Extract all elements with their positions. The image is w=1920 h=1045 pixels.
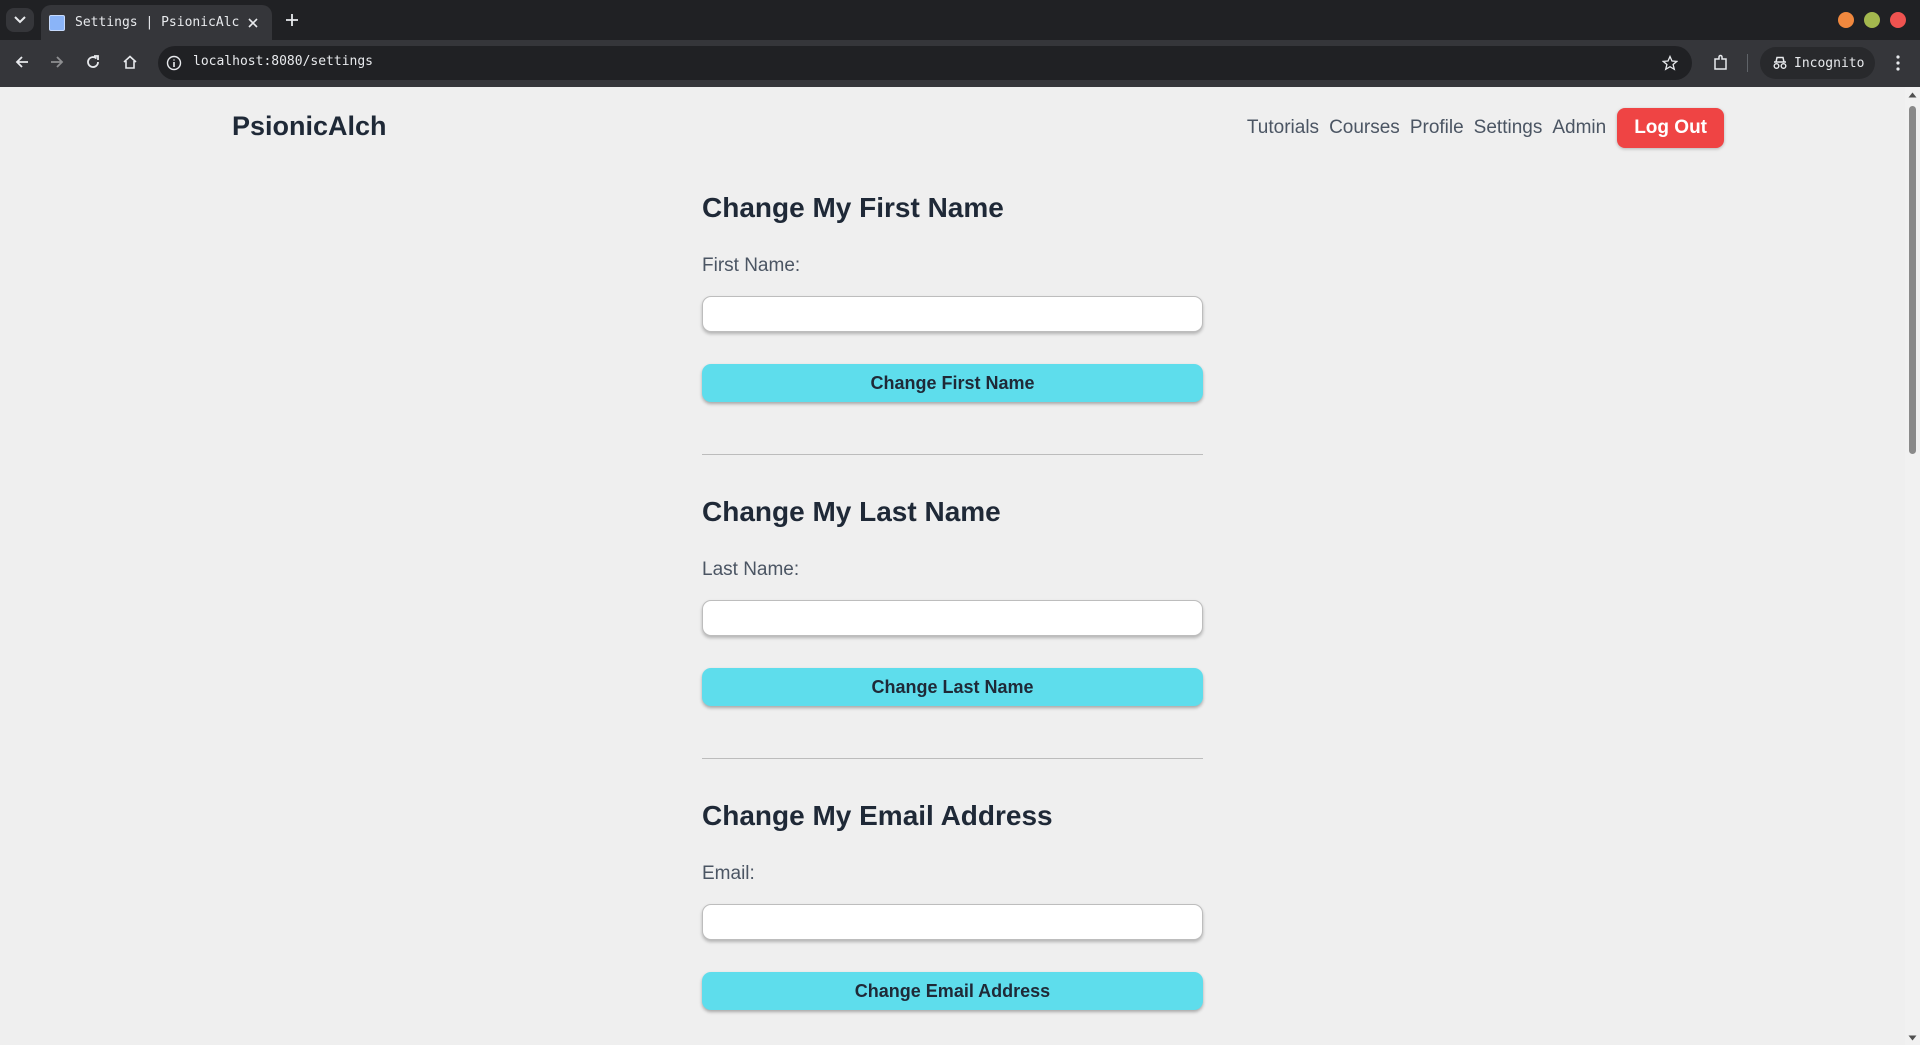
page-scrollbar[interactable] <box>1905 87 1920 1045</box>
address-bar[interactable] <box>158 46 1692 80</box>
nav-link-tutorials[interactable]: Tutorials <box>1242 117 1324 139</box>
change-first-name-button[interactable]: Change First Name <box>702 364 1203 402</box>
section-divider <box>702 454 1203 455</box>
reload-icon[interactable] <box>81 50 105 74</box>
last-name-input[interactable] <box>702 600 1203 636</box>
site-info-icon[interactable] <box>164 53 184 73</box>
favicon-icon <box>49 14 65 31</box>
first-name-input[interactable] <box>702 296 1203 332</box>
nav-link-settings[interactable]: Settings <box>1469 117 1548 139</box>
maximize-button[interactable] <box>1864 12 1880 28</box>
nav-link-admin[interactable]: Admin <box>1547 117 1611 139</box>
scroll-down-icon[interactable] <box>1908 1033 1917 1042</box>
tab-list-icon[interactable] <box>6 8 34 32</box>
browser-tab[interactable]: Settings | PsionicAlch <box>41 5 272 40</box>
change-email-button[interactable]: Change Email Address <box>702 972 1203 1010</box>
last-name-heading: Change My Last Name <box>702 496 1001 527</box>
email-input[interactable] <box>702 904 1203 940</box>
browser-tab-bar: Settings | PsionicAlch <box>0 0 1920 40</box>
brand-logo[interactable]: PsionicAlch <box>232 111 387 142</box>
email-label: Email: <box>702 863 755 884</box>
back-icon[interactable] <box>10 50 34 74</box>
home-icon[interactable] <box>118 50 142 74</box>
forward-icon[interactable] <box>45 50 69 74</box>
last-name-label: Last Name: <box>702 559 800 580</box>
email-heading: Change My Email Address <box>702 800 1053 831</box>
scroll-up-icon[interactable] <box>1908 90 1917 99</box>
extensions-icon[interactable] <box>1709 51 1733 75</box>
nav-link-profile[interactable]: Profile <box>1405 117 1469 139</box>
minimize-button[interactable] <box>1838 12 1854 28</box>
change-last-name-button[interactable]: Change Last Name <box>702 668 1203 706</box>
nav-link-courses[interactable]: Courses <box>1324 117 1405 139</box>
incognito-badge[interactable]: Incognito <box>1760 47 1875 79</box>
url-text[interactable]: localhost:8080/settings <box>193 54 373 69</box>
bookmark-star-icon[interactable] <box>1659 52 1681 74</box>
first-name-label: First Name: <box>702 255 801 276</box>
toolbar-separator <box>1747 54 1748 72</box>
incognito-label: Incognito <box>1794 55 1865 71</box>
first-name-heading: Change My First Name <box>702 192 1004 223</box>
incognito-icon <box>1773 56 1787 69</box>
new-tab-icon[interactable] <box>281 9 303 31</box>
scrollbar-thumb[interactable] <box>1909 106 1916 454</box>
main-nav: Tutorials Courses Profile Settings Admin… <box>1242 108 1724 148</box>
close-tab-icon[interactable] <box>244 14 262 32</box>
close-window-button[interactable] <box>1890 12 1906 28</box>
logout-button[interactable]: Log Out <box>1617 108 1724 148</box>
page-viewport: PsionicAlch Tutorials Courses Profile Se… <box>0 87 1905 1045</box>
section-divider <box>702 758 1203 759</box>
tab-title: Settings | PsionicAlch <box>75 15 240 30</box>
menu-icon[interactable] <box>1888 51 1908 75</box>
